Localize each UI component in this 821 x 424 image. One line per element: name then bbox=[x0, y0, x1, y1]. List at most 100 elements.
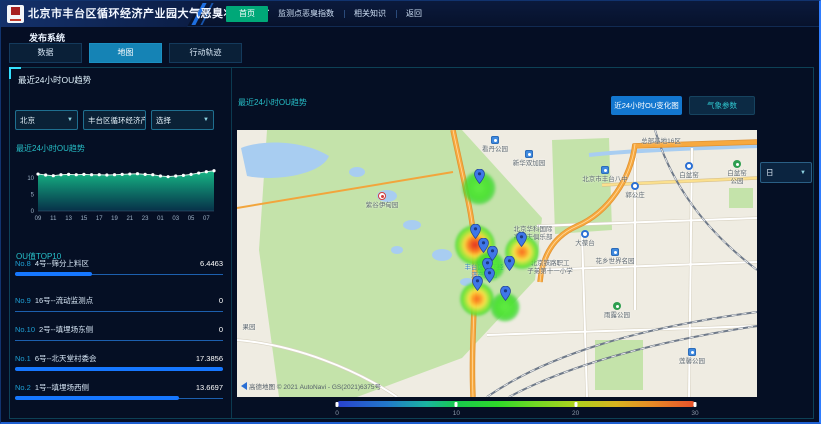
row-bar-track bbox=[15, 367, 223, 371]
nav-item-1[interactable]: 监测点恶臭指数 bbox=[268, 6, 344, 22]
legend-marker bbox=[574, 402, 577, 407]
nav-item-0[interactable]: 首页 bbox=[226, 6, 268, 22]
map-label: 新华双加园 bbox=[513, 160, 546, 168]
svg-text:15: 15 bbox=[81, 216, 88, 222]
nav-item-3[interactable]: 返回 bbox=[396, 6, 432, 22]
main-panel: 最近24小时OU趋势 北京▼丰台区循环经济产▼选择▼ 最近24小时OU趋势 05… bbox=[9, 67, 814, 419]
table-row: No.16号--北天堂村委会17.3856 bbox=[15, 353, 223, 371]
row-label-line: No.2 1号--填埋场西侧 13.6697 bbox=[15, 382, 223, 392]
map-label: 看丹公园 bbox=[482, 146, 508, 154]
poi-icon bbox=[611, 248, 619, 256]
trend-chart-label: 最近24小时OU趋势 bbox=[16, 143, 85, 154]
map-pin-icon[interactable] bbox=[472, 276, 483, 296]
park-icon bbox=[733, 160, 741, 168]
legend-gradient-bar bbox=[337, 401, 695, 407]
svg-text:5: 5 bbox=[31, 193, 35, 199]
weather-params-button[interactable]: 气象参数 bbox=[689, 96, 755, 115]
map-label: 郭公庄 bbox=[625, 192, 645, 200]
subway-icon bbox=[685, 162, 693, 170]
nav-item-2[interactable]: 相关知识 bbox=[344, 6, 396, 22]
legend-tick-label: 0 bbox=[335, 410, 339, 417]
row-label-line: No.84号--筛分上料区6.4463 bbox=[15, 258, 223, 268]
table-row: No.2 1号--填埋场西侧 13.6697 bbox=[15, 382, 223, 400]
row-label-line: No.916号--流动监测点0 bbox=[15, 295, 223, 305]
table-row: No.102号--填埋场东侧0 bbox=[15, 324, 223, 342]
dashboard-page: 北京市丰台区循环经济产业园大气恶臭状况实时 首页监测点恶臭指数相关知识返回 发布… bbox=[0, 0, 821, 424]
table-row: No.84号--筛分上料区6.4463 bbox=[15, 258, 223, 276]
svg-text:19: 19 bbox=[111, 216, 118, 222]
chevron-down-icon: ▼ bbox=[67, 117, 73, 123]
subway-icon bbox=[581, 230, 589, 238]
row-bar-fill bbox=[15, 396, 179, 400]
svg-text:23: 23 bbox=[142, 216, 149, 222]
row-bar-fill bbox=[15, 367, 223, 371]
svg-text:05: 05 bbox=[188, 216, 195, 222]
map-label: 大葆台 bbox=[575, 240, 595, 248]
map-label: 白盆窑公园 bbox=[727, 170, 747, 186]
svg-text:03: 03 bbox=[172, 216, 179, 222]
row-bar-track bbox=[15, 309, 223, 313]
filter-select-value: 选择 bbox=[156, 115, 171, 126]
app-logo-icon bbox=[7, 5, 24, 23]
legend-marker bbox=[336, 402, 339, 407]
svg-text:07: 07 bbox=[203, 216, 210, 222]
row-label-line: No.102号--填埋场东侧0 bbox=[15, 324, 223, 334]
top-header: 北京市丰台区循环经济产业园大气恶臭状况实时 首页监测点恶臭指数相关知识返回 bbox=[1, 1, 819, 27]
map-pin-icon[interactable] bbox=[500, 286, 511, 306]
svg-text:01: 01 bbox=[157, 216, 164, 222]
ou-top-list: No.84号--筛分上料区6.4463 No.916号--流动监测点0 No.10 2… bbox=[15, 258, 223, 411]
filter-select-value: 北京 bbox=[20, 115, 35, 126]
row-name: 16号--流动监测点 bbox=[35, 295, 93, 306]
park-icon bbox=[613, 302, 621, 310]
amap-logo-icon bbox=[241, 382, 247, 390]
filter-select-1[interactable]: 丰台区循环经济产▼ bbox=[83, 110, 146, 130]
row-name: 1号--填埋场西侧 bbox=[35, 382, 89, 393]
publish-tab-0[interactable]: 数据 bbox=[9, 43, 82, 63]
legend-marker bbox=[455, 402, 458, 407]
publish-tab-1[interactable]: 地图 bbox=[89, 43, 162, 63]
map-label: 雨露公园 bbox=[604, 312, 630, 320]
row-rank: No.10 bbox=[15, 325, 35, 334]
map-section-title: 最近24小时OU趋势 bbox=[238, 97, 307, 108]
svg-text:13: 13 bbox=[65, 216, 72, 222]
poi-icon bbox=[688, 348, 696, 356]
row-bar-track bbox=[15, 338, 223, 342]
map-label: 莲馨公园 bbox=[679, 358, 705, 366]
row-label-line: No.16号--北天堂村委会17.3856 bbox=[15, 353, 223, 363]
map-label: 紫谷伊甸园 bbox=[366, 202, 399, 210]
map-pin-icon[interactable] bbox=[484, 268, 495, 288]
svg-text:21: 21 bbox=[126, 216, 133, 222]
publish-tab-2[interactable]: 行动轨迹 bbox=[169, 43, 242, 63]
row-rank: No.8 bbox=[15, 259, 31, 268]
ou-change-chart-button[interactable]: 近24小时OU变化图 bbox=[611, 96, 682, 115]
ou-trend-chart: 0510091113151719212301030507 bbox=[12, 158, 228, 230]
map-label: 花乡世界名园 bbox=[596, 258, 635, 266]
filter-select-2[interactable]: 选择 ▼ bbox=[151, 110, 214, 130]
map-canvas[interactable]: 高德地图 © 2021 AutoNavi - GS(2021)6375号 看丹公… bbox=[237, 130, 757, 397]
map-label: 总部基地16区 bbox=[641, 138, 681, 146]
poi-icon bbox=[491, 136, 499, 144]
main-nav: 首页监测点恶臭指数相关知识返回 bbox=[226, 6, 432, 22]
row-value: 13.6697 bbox=[196, 383, 223, 392]
map-pin-icon[interactable] bbox=[474, 169, 485, 189]
map-attribution: 高德地图 © 2021 AutoNavi - GS(2021)6375号 bbox=[241, 381, 381, 391]
map-pin-icon[interactable] bbox=[504, 256, 515, 276]
filter-selects: 北京 ▼ 丰台区循环经济产▼ 选择 ▼ bbox=[15, 110, 214, 130]
row-rank: No.1 bbox=[15, 354, 31, 363]
filter-select-0[interactable]: 北京 ▼ bbox=[15, 110, 78, 130]
row-name: 2号--填埋场东侧 bbox=[39, 324, 93, 335]
table-row: No.916号--流动监测点0 bbox=[15, 295, 223, 313]
row-rank: No.2 bbox=[15, 383, 31, 392]
row-name: 6号--北天堂村委会 bbox=[35, 353, 97, 364]
svg-text:10: 10 bbox=[27, 176, 34, 182]
row-bar-track bbox=[15, 272, 223, 276]
ou-color-legend: 0102030 bbox=[337, 401, 695, 417]
chevron-down-icon: ▼ bbox=[203, 117, 209, 123]
map-pin-icon[interactable] bbox=[516, 232, 527, 252]
time-granularity-value: 日 bbox=[766, 167, 774, 178]
row-bar-fill bbox=[15, 272, 92, 276]
legend-tick-label: 30 bbox=[691, 410, 698, 417]
time-granularity-select[interactable]: 日 ▼ bbox=[760, 162, 812, 183]
svg-text:09: 09 bbox=[35, 216, 42, 222]
row-bar-track bbox=[15, 396, 223, 400]
